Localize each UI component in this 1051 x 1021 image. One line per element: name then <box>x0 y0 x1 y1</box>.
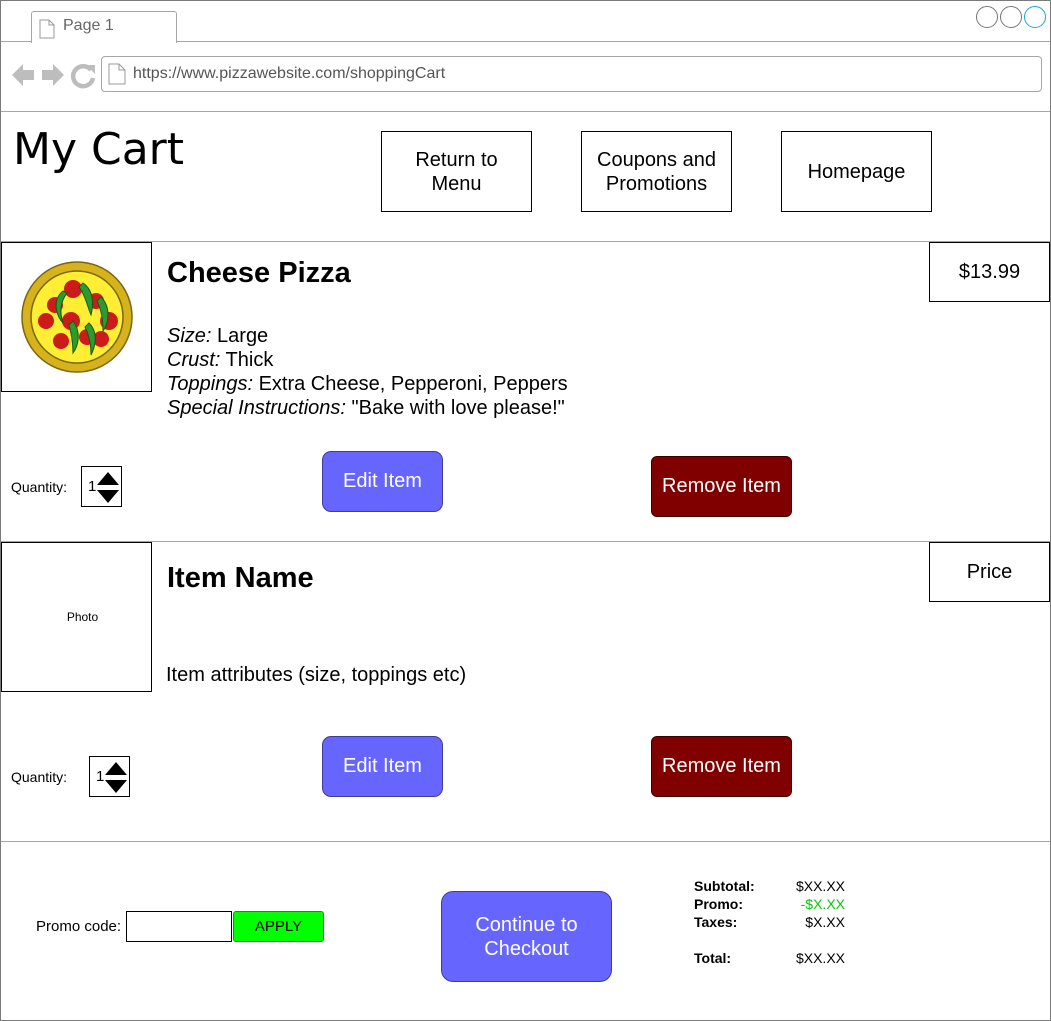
item-attributes: Size: Large Crust: Thick Toppings: Extra… <box>167 324 568 420</box>
remove-item-button[interactable]: Remove Item <box>651 456 792 517</box>
promo-code-input[interactable] <box>126 911 232 942</box>
promo-summary-label: Promo: <box>694 896 743 912</box>
attribute-crust: Crust: Thick <box>167 349 274 371</box>
item-name: Item Name <box>167 562 314 594</box>
quantity-stepper[interactable]: 1 <box>81 466 122 507</box>
apply-promo-button[interactable]: APPLY <box>233 911 324 942</box>
photo-placeholder-label: Photo <box>66 610 99 624</box>
page-header: My Cart Return to Menu Coupons and Promo… <box>1 112 1050 242</box>
edit-item-button[interactable]: Edit Item <box>322 736 443 797</box>
homepage-button[interactable]: Homepage <box>781 131 932 212</box>
coupons-promotions-button[interactable]: Coupons and Promotions <box>581 131 732 212</box>
attribute-toppings: Toppings: Extra Cheese, Pepperoni, Peppe… <box>167 373 568 395</box>
promo-code-label: Promo code: <box>36 918 122 935</box>
total-value: $XX.XX <box>795 950 845 966</box>
minimize-button[interactable] <box>976 6 998 28</box>
attribute-size: Size: Large <box>167 325 269 347</box>
item-photo <box>1 242 152 392</box>
browser-tab[interactable]: Page 1 <box>31 11 177 43</box>
quantity-stepper[interactable]: 1 <box>89 756 130 797</box>
total-label: Total: <box>694 950 732 966</box>
item-price: Price <box>929 542 1050 602</box>
page-icon <box>108 63 126 90</box>
stepper-arrows-icon[interactable] <box>103 758 129 801</box>
subtotal-value: $XX.XX <box>795 878 845 894</box>
cart-item: Cheese Pizza $13.99 Size: Large Crust: T… <box>1 242 1050 542</box>
subtotal-label: Subtotal: <box>694 878 755 894</box>
promo-summary-value: -$X.XX <box>800 896 845 912</box>
taxes-value: $X.XX <box>805 914 845 930</box>
remove-item-button[interactable]: Remove Item <box>651 736 792 797</box>
page-icon <box>39 19 55 44</box>
attribute-special-instructions: Special Instructions: "Bake with love pl… <box>167 397 565 419</box>
item-photo: Photo <box>1 542 152 692</box>
item-price: $13.99 <box>929 242 1050 302</box>
tab-title: Page 1 <box>63 17 114 34</box>
item-name: Cheese Pizza <box>167 257 351 289</box>
close-button[interactable] <box>1024 6 1046 28</box>
item-attributes: Item attributes (size, toppings etc) <box>166 664 467 686</box>
back-arrow-icon[interactable] <box>12 64 34 86</box>
window-controls <box>976 6 1046 28</box>
tab-bar: Page 1 <box>1 1 1050 43</box>
nav-controls <box>11 61 96 94</box>
maximize-button[interactable] <box>1000 6 1022 28</box>
pizza-icon <box>20 261 133 373</box>
cart-footer: Promo code: APPLY Continue to Checkout S… <box>1 842 1050 1021</box>
quantity-label: Quantity: <box>11 769 68 785</box>
return-to-menu-button[interactable]: Return to Menu <box>381 131 532 212</box>
address-bar[interactable]: https://www.pizzawebsite.com/shoppingCar… <box>101 56 1042 92</box>
edit-item-button[interactable]: Edit Item <box>322 451 443 512</box>
navigation-bar: https://www.pizzawebsite.com/shoppingCar… <box>1 42 1050 112</box>
cart-item: Photo Item Name Price Item attributes (s… <box>1 542 1050 842</box>
continue-to-checkout-button[interactable]: Continue to Checkout <box>441 891 612 982</box>
taxes-label: Taxes: <box>694 914 738 930</box>
refresh-icon[interactable] <box>70 64 96 89</box>
url-text[interactable]: https://www.pizzawebsite.com/shoppingCar… <box>133 65 445 83</box>
forward-arrow-icon[interactable] <box>42 64 64 86</box>
page-title: My Cart <box>13 124 185 175</box>
stepper-arrows-icon[interactable] <box>95 468 121 511</box>
quantity-label: Quantity: <box>11 479 68 495</box>
browser-window: Page 1 https://www.pizzawebsite.com/shop… <box>0 0 1051 1021</box>
